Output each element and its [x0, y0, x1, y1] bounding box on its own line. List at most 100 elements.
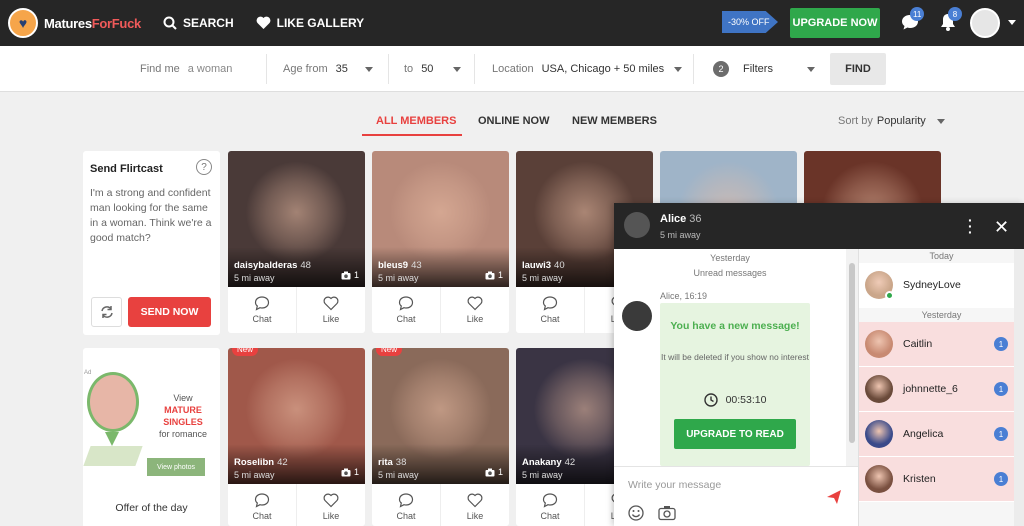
help-icon[interactable]: ?: [196, 159, 212, 175]
tab-all-members[interactable]: ALL MEMBERS: [376, 115, 456, 127]
chat-bubble-icon: [398, 493, 414, 508]
contact-avatar: [865, 375, 893, 403]
divider: [693, 54, 694, 84]
age-from-label: Age from: [283, 63, 328, 75]
like-button[interactable]: Like: [296, 287, 365, 333]
chat-window: Alice 36 5 mi away · · · ✕ Yesterday Unread…: [614, 203, 1024, 526]
contact-avatar: [865, 465, 893, 493]
chat-button[interactable]: Chat: [228, 484, 296, 526]
divider: [474, 54, 475, 84]
user-avatar[interactable]: [970, 8, 1000, 38]
member-name[interactable]: Anakany 42: [522, 457, 575, 468]
logo-text: MaturesForFuck: [44, 15, 141, 31]
heart-icon: [323, 493, 339, 508]
age-from-select[interactable]: Age from 35: [283, 46, 373, 92]
heart-icon: [467, 296, 483, 311]
chat-bubble-icon: [254, 493, 270, 508]
bubble-note: It will be deleted if you show no intere…: [661, 352, 809, 362]
conversation-scrollbar[interactable]: [846, 249, 858, 466]
member-name[interactable]: lauwi3 40: [522, 260, 565, 271]
chat-button[interactable]: Chat: [372, 287, 440, 333]
filters-count-badge: 2: [713, 61, 729, 77]
like-button[interactable]: Like: [296, 484, 365, 526]
camera-icon: [341, 468, 351, 476]
upgrade-to-read-button[interactable]: UPGRADE TO READ: [674, 419, 796, 449]
refresh-flirtcast-button[interactable]: [91, 297, 122, 327]
member-name[interactable]: Roselibn 42: [234, 457, 288, 468]
view-photos-button[interactable]: View photos: [147, 458, 205, 476]
conversation-item[interactable]: Caitlin 1: [859, 322, 1024, 367]
conversation-item[interactable]: johnnette_6 1: [859, 367, 1024, 412]
upgrade-now-button[interactable]: UPGRADE NOW: [790, 8, 880, 38]
age-to-select[interactable]: to 50: [404, 46, 462, 92]
member-name[interactable]: rita 38: [378, 457, 406, 468]
member-name[interactable]: daisybalderas 48: [234, 260, 311, 271]
send-icon[interactable]: [826, 489, 842, 505]
map-pin-icon: [105, 432, 119, 446]
chat-contact-avatar[interactable]: [624, 212, 650, 238]
active-tab-indicator: [362, 134, 462, 136]
location-label: Location: [492, 63, 534, 75]
find-me-field[interactable]: Find me a woman: [140, 46, 232, 92]
flirtcast-message: I'm a strong and confident man looking f…: [90, 187, 212, 244]
like-button[interactable]: Like: [440, 484, 509, 526]
tab-online-now[interactable]: ONLINE NOW: [478, 115, 550, 127]
logo-icon: ♥: [8, 8, 38, 38]
conversation-item[interactable]: Kristen 1: [859, 457, 1024, 502]
tab-new-members[interactable]: NEW MEMBERS: [572, 115, 657, 127]
account-menu-chevron-down-icon[interactable]: [1008, 20, 1016, 25]
member-card[interactable]: rita 38 5 mi away 1 Chat Like New: [372, 348, 509, 526]
like-button[interactable]: Like: [440, 287, 509, 333]
flirtcast-card: Send Flirtcast ? I'm a strong and confid…: [83, 151, 220, 335]
member-distance: 5 mi away: [378, 470, 419, 480]
site-logo[interactable]: ♥ MaturesForFuck: [8, 8, 141, 38]
member-card-actions: Chat Like: [372, 287, 509, 333]
conversation-item[interactable]: SydneyLove: [859, 263, 1024, 308]
chevron-down-icon: [936, 118, 945, 124]
message-input[interactable]: [628, 477, 818, 493]
more-options-icon[interactable]: · · ·: [968, 213, 973, 239]
filters-dropdown[interactable]: 2 Filters: [713, 46, 815, 92]
sort-by-select[interactable]: Sort by Popularity: [838, 115, 945, 127]
camera-icon: [485, 468, 495, 476]
scrollbar-thumb[interactable]: [849, 263, 855, 443]
chat-contact-name[interactable]: Alice 36: [660, 213, 702, 225]
close-icon[interactable]: ✕: [994, 217, 1009, 238]
chat-button[interactable]: Chat: [372, 484, 440, 526]
find-button[interactable]: FIND: [830, 53, 886, 85]
photo-count: 1: [485, 270, 503, 280]
conversation-list-scrollbar[interactable]: [1014, 249, 1024, 526]
ad-card[interactable]: Ad View MATURE SINGLES for romance View …: [83, 348, 220, 526]
camera-icon[interactable]: [658, 505, 676, 521]
day-separator: Yesterday: [710, 253, 750, 263]
send-now-button[interactable]: SEND NOW: [128, 297, 211, 327]
nav-like-gallery[interactable]: LIKE GALLERY: [256, 16, 364, 30]
emoji-icon[interactable]: [628, 505, 644, 521]
photo-count: 1: [485, 467, 503, 477]
member-distance: 5 mi away: [234, 470, 275, 480]
messages-button[interactable]: 11: [900, 7, 925, 34]
refresh-icon: [100, 306, 113, 318]
ad-photo-pin: [87, 372, 139, 432]
member-card[interactable]: daisybalderas 48 5 mi away 1 Chat Like: [228, 151, 365, 333]
conversation-item[interactable]: Angelica 1: [859, 412, 1024, 457]
nav-search[interactable]: SEARCH: [163, 16, 234, 30]
location-select[interactable]: Location USA, Chicago + 50 miles: [492, 46, 683, 92]
unread-count-badge: 1: [994, 427, 1008, 441]
chat-contact-distance: 5 mi away: [660, 230, 701, 240]
chat-button[interactable]: Chat: [228, 287, 296, 333]
unread-count-badge: 1: [994, 337, 1008, 351]
contact-avatar: [865, 420, 893, 448]
member-card[interactable]: bleus9 43 5 mi away 1 Chat Like: [372, 151, 509, 333]
member-card[interactable]: Roselibn 42 5 mi away 1 Chat Like New: [228, 348, 365, 526]
chat-bubble-icon: [398, 296, 414, 311]
notifications-button[interactable]: 8: [938, 7, 962, 34]
message-timestamp: Alice, 16:19: [660, 291, 708, 301]
heart-icon: [467, 493, 483, 508]
flirtcast-title: Send Flirtcast: [90, 163, 163, 175]
today-label: Today: [929, 251, 954, 261]
member-name[interactable]: bleus9 43: [378, 260, 422, 271]
chat-button[interactable]: Chat: [516, 484, 584, 526]
offer-of-the-day-label: Offer of the day: [115, 502, 188, 514]
chat-button[interactable]: Chat: [516, 287, 584, 333]
